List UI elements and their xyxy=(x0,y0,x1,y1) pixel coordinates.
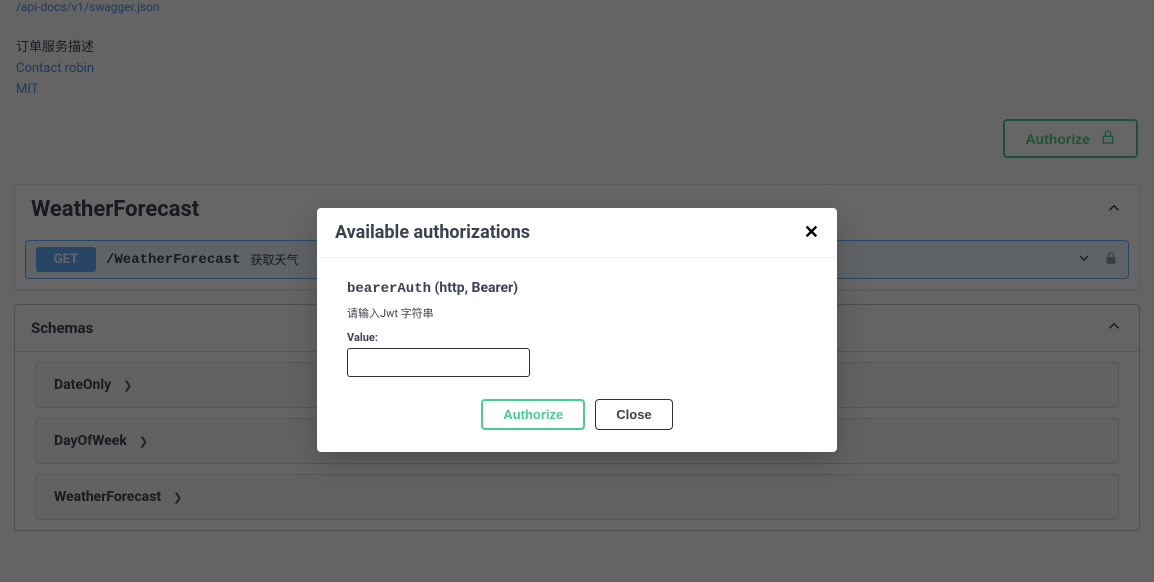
modal-authorize-button[interactable]: Authorize xyxy=(481,399,585,430)
close-icon[interactable]: ✕ xyxy=(804,222,819,243)
value-label: Value: xyxy=(347,331,807,344)
modal-title: Available authorizations xyxy=(335,222,530,243)
modal-close-button[interactable]: Close xyxy=(595,399,672,430)
modal-overlay[interactable]: Available authorizations ✕ bearerAuth (h… xyxy=(0,0,1154,582)
auth-scheme-type: (http, Bearer) xyxy=(431,280,518,296)
auth-modal: Available authorizations ✕ bearerAuth (h… xyxy=(317,208,837,452)
auth-hint: 请输入Jwt 字符串 xyxy=(347,305,807,321)
auth-value-input[interactable] xyxy=(347,348,530,377)
auth-scheme-name: bearerAuth xyxy=(347,281,431,297)
